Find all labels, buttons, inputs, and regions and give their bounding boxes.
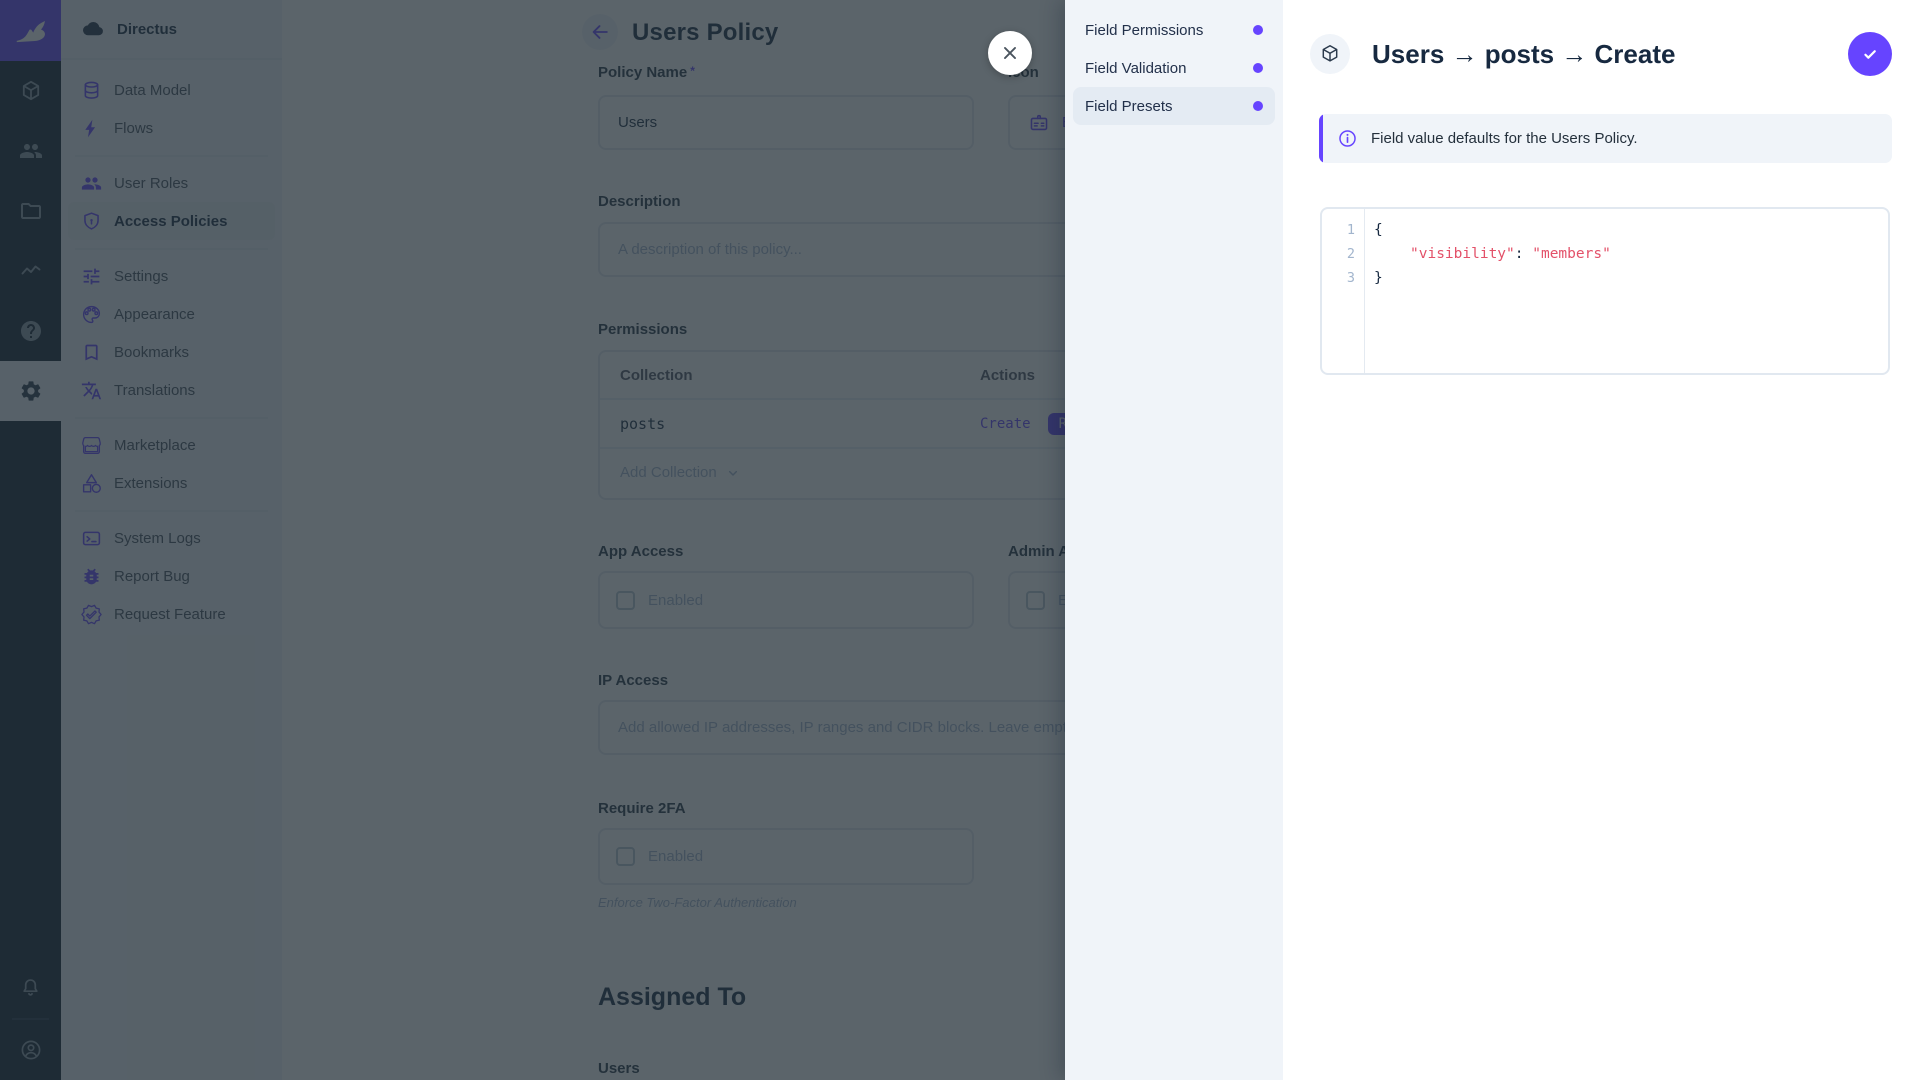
info-banner-text: Field value defaults for the Users Polic… [1371,130,1638,147]
line-number: 3 [1322,266,1364,290]
line-number: 1 [1322,218,1364,242]
drawer-tab-field-validation[interactable]: Field Validation [1073,49,1275,87]
code-line-1: { [1374,218,1611,242]
drawer-sections-sidebar: Field Permissions Field Validation Field… [1065,0,1283,1080]
status-dot [1253,63,1263,73]
status-dot [1253,101,1263,111]
box-icon [1319,43,1341,65]
drawer-header-icon-circle [1310,34,1350,74]
status-dot [1253,25,1263,35]
directus-app: Users Policy Policy Name* Users Icon Bad… [0,0,1920,1080]
line-number: 2 [1322,242,1364,266]
check-icon [1859,43,1881,65]
save-button[interactable] [1848,32,1892,76]
drawer-title: Users → posts → Create [1372,39,1675,70]
presets-code-editor[interactable]: 1 2 3 { "visibility": "members" } [1320,207,1890,375]
code-line-2: "visibility": "members" [1374,242,1611,266]
editor-gutter: 1 2 3 [1322,209,1365,373]
drawer-content: Users → posts → Create Field value defau… [1283,0,1920,1080]
info-banner: Field value defaults for the Users Polic… [1319,114,1892,163]
info-icon [1337,128,1358,149]
drawer-close-button[interactable] [988,31,1032,75]
code-line-3: } [1374,266,1611,290]
close-icon [999,42,1021,64]
drawer-tab-field-permissions[interactable]: Field Permissions [1073,11,1275,49]
drawer-tab-field-presets[interactable]: Field Presets [1073,87,1275,125]
modal-overlay[interactable] [0,0,1065,1080]
editor-code: { "visibility": "members" } [1365,209,1611,373]
drawer-header: Users → posts → Create [1310,34,1892,74]
